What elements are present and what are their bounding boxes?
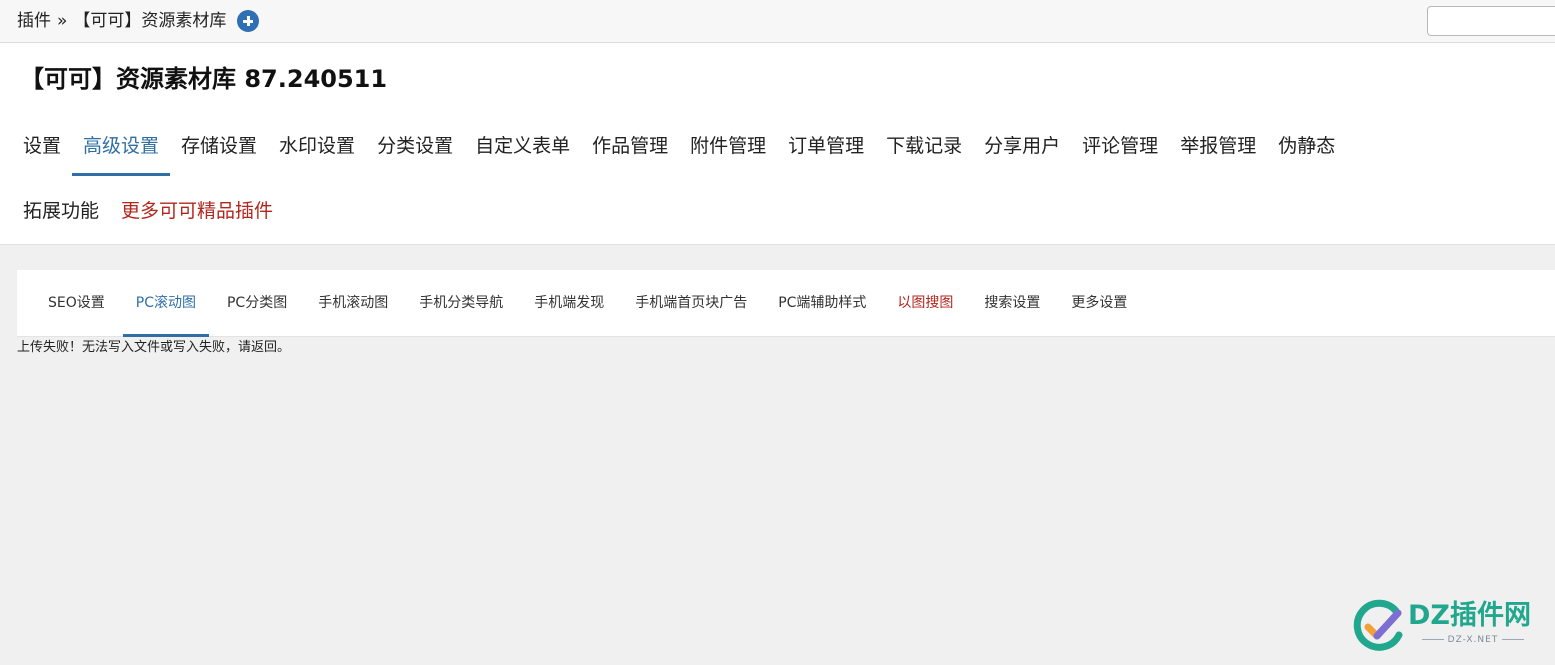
tab-main-row2-1[interactable]: 拓展功能 [12,184,110,238]
tab-sub-11[interactable]: 更多设置 [1058,270,1140,337]
main-nav-row-2: 拓展功能 更多可可精品插件 [0,184,284,238]
tab-sub-6[interactable]: 手机端发现 [521,270,617,337]
page-title: 【可可】资源素材库 87.240511 [20,65,388,93]
tab-main-7[interactable]: 作品管理 [581,119,679,173]
watermark-text: DZ插件网 [1408,600,1531,631]
tab-main-13[interactable]: 举报管理 [1169,119,1267,173]
main-nav-row-1: 设置 高级设置 存储设置 水印设置 分类设置 自定义表单 作品管理 附件管理 订单管理 下载记录分… [0,119,1346,176]
breadcrumb-current[interactable]: 【可可】资源素材库 [73,10,226,32]
tab-main-10[interactable]: 下载记录 [875,119,973,173]
sub-nav: SEO设置 PC滚动图 PC分类图 手机滚动图 手机分类导航 手机端发现 手机端首页块广告 P… [35,270,1145,337]
tab-sub-4[interactable]: 手机滚动图 [305,270,401,337]
tab-main-4[interactable]: 水印设置 [268,119,366,173]
tab-sub-8[interactable]: PC端辅助样式 [765,270,879,337]
tab-main-11[interactable]: 分享用户 [973,119,1071,173]
tab-main-row2-2[interactable]: 更多可可精品插件 [110,184,284,238]
plus-circle-icon[interactable] [237,10,260,32]
header-panel: 【可可】资源素材库 87.240511 设置 高级设置 存储设置 水印设置 分类设置 自定… [0,43,1555,245]
check-circle-logo-icon [1353,599,1403,651]
tab-sub-5[interactable]: 手机分类导航 [406,270,516,337]
tab-sub-1[interactable]: SEO设置 [35,270,118,337]
top-bar: 插件 » 【可可】资源素材库 [0,0,1555,43]
breadcrumb-separator: » [57,11,68,31]
tab-sub-2[interactable]: PC滚动图 [122,270,210,337]
sub-nav-panel: SEO设置 PC滚动图 PC分类图 手机滚动图 手机分类导航 手机端发现 手机端首页块广告 P… [17,270,1555,337]
breadcrumb: 插件 » 【可可】资源素材库 [17,10,260,32]
tab-sub-7[interactable]: 手机端首页块广告 [622,270,760,337]
error-message: 上传失败！无法写入文件或写入失败，请返回。 [17,340,291,355]
tab-main-2[interactable]: 高级设置 [72,119,171,176]
watermark: DZ插件网 DZ-X.NET [1352,597,1542,655]
tab-main-1[interactable]: 设置 [12,119,72,173]
watermark-subtext: DZ-X.NET [1410,635,1536,645]
tab-sub-9[interactable]: 以图搜图 [884,270,966,337]
tab-sub-3[interactable]: PC分类图 [214,270,300,337]
tab-sub-10[interactable]: 搜索设置 [971,270,1053,337]
tab-main-14[interactable]: 伪静态 [1267,119,1346,173]
breadcrumb-root[interactable]: 插件 [17,10,51,32]
tab-main-5[interactable]: 分类设置 [366,119,464,173]
tab-main-12[interactable]: 评论管理 [1071,119,1169,173]
tab-main-9[interactable]: 订单管理 [777,119,875,173]
tab-main-3[interactable]: 存储设置 [170,119,268,173]
tab-main-8[interactable]: 附件管理 [679,119,777,173]
search-input[interactable] [1427,6,1555,36]
tab-main-6[interactable]: 自定义表单 [464,119,581,173]
